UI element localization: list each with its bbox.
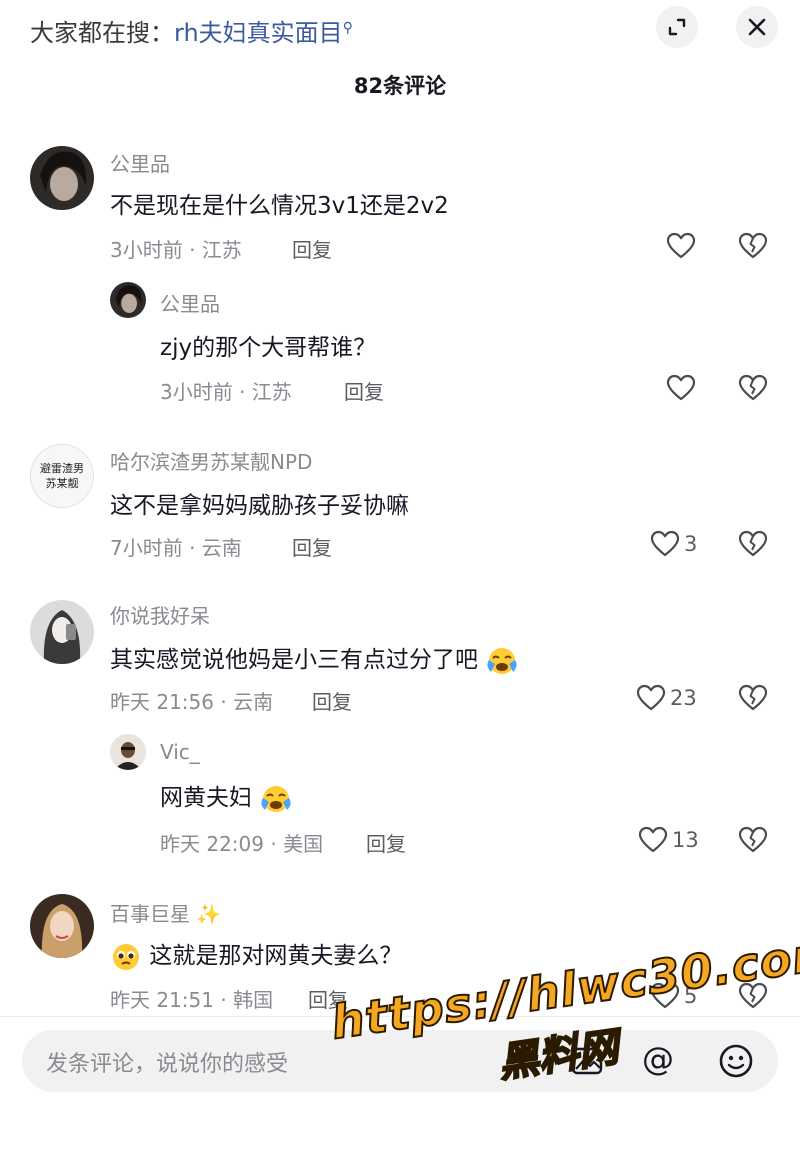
trending-search-term[interactable]: rh夫妇真实面目 (174, 19, 343, 47)
comment-count-title: 82条评论 (353, 74, 447, 98)
pleading-emoji-icon (113, 943, 139, 970)
comment-text-content: 网黄夫妇 (160, 785, 252, 811)
avatar-text: 避雷渣男 (40, 462, 84, 475)
avatar[interactable] (30, 146, 94, 210)
like-count: 13 (672, 828, 699, 852)
comment-username[interactable]: Vic_ (160, 740, 200, 764)
trending-search[interactable]: 大家都在搜：rh夫妇真实面目⚲ (30, 10, 353, 51)
comment-text: 网黄夫妇 (160, 778, 293, 814)
avatar[interactable] (110, 734, 146, 770)
trending-search-prefix: 大家都在搜： (30, 19, 174, 47)
like-button[interactable]: 3 (650, 530, 697, 558)
like-button[interactable] (666, 232, 700, 260)
comment-username[interactable]: 公里品 (160, 288, 220, 317)
broken-heart-icon (738, 684, 768, 711)
search-icon: ⚲ (342, 20, 353, 36)
comment-meta: 昨天 21:51 · 韩国 (110, 988, 274, 1012)
heart-icon (650, 530, 680, 557)
dislike-button[interactable] (738, 530, 768, 562)
expand-icon (668, 18, 686, 36)
comment-text-content: 其实感觉说他妈是小三有点过分了吧 (110, 647, 478, 673)
comment-meta: 3小时前 · 江苏 (160, 380, 292, 404)
like-count: 3 (684, 532, 698, 556)
comment-text: 不是现在是什么情况3v1还是2v2 (110, 193, 449, 219)
expand-button[interactable] (656, 6, 698, 48)
like-button[interactable]: 13 (638, 826, 699, 854)
comment-meta: 昨天 22:09 · 美国 (160, 832, 324, 856)
reply-button[interactable]: 回复 (312, 686, 352, 715)
comment-text: zjy的那个大哥帮谁？ (160, 335, 377, 361)
watermark-brand: 黑料网 (495, 1023, 622, 1087)
broken-heart-icon (738, 826, 768, 853)
dislike-button[interactable] (738, 374, 768, 406)
comment-text: 其实感觉说他妈是小三有点过分了吧 (110, 640, 519, 676)
comment-meta: 7小时前 · 云南 (110, 536, 242, 560)
crying-emoji-icon (487, 647, 517, 674)
heart-icon (636, 684, 666, 711)
like-button[interactable]: 23 (636, 684, 697, 712)
like-count: 23 (670, 686, 697, 710)
avatar[interactable] (110, 282, 146, 318)
reply-button[interactable]: 回复 (292, 532, 332, 561)
comment-text-content: 这就是那对网黄夫妻么？ (149, 943, 403, 969)
close-icon (748, 18, 766, 36)
heart-icon (666, 374, 696, 401)
dislike-button[interactable] (738, 826, 768, 858)
heart-icon (638, 826, 668, 853)
comment-username-text: 百事巨星 (110, 902, 190, 926)
sparkles-icon: ✨ (196, 902, 222, 926)
top-bar: 大家都在搜：rh夫妇真实面目⚲ (0, 0, 800, 56)
comment-text: 这不是拿妈妈威胁孩子妥协嘛 (110, 493, 409, 519)
avatar[interactable]: 避雷渣男 苏某靓 (30, 444, 94, 508)
broken-heart-icon (738, 374, 768, 401)
avatar[interactable] (30, 600, 94, 664)
dislike-button[interactable] (738, 684, 768, 716)
crying-emoji-icon (261, 785, 291, 812)
comment-meta: 昨天 21:56 · 云南 (110, 690, 274, 714)
reply-button[interactable]: 回复 (366, 828, 406, 857)
heart-icon (666, 232, 696, 259)
comment-meta: 3小时前 · 江苏 (110, 238, 242, 262)
avatar[interactable] (30, 894, 94, 958)
comment-username[interactable]: 哈尔滨渣男苏某靓NPD (110, 446, 312, 475)
comment-username[interactable]: 公里品 (110, 148, 170, 177)
avatar-text: 苏某靓 (45, 477, 79, 490)
close-button[interactable] (736, 6, 778, 48)
reply-button[interactable]: 回复 (292, 234, 332, 263)
comment-username[interactable]: 百事巨星 ✨ (110, 898, 221, 927)
reply-button[interactable]: 回复 (344, 376, 384, 405)
broken-heart-icon (738, 530, 768, 557)
dislike-button[interactable] (738, 232, 768, 264)
comment-username[interactable]: 你说我好呆 (110, 600, 210, 629)
broken-heart-icon (738, 232, 768, 259)
comment-input-placeholder: 发条评论，说说你的感受 (46, 1052, 289, 1077)
like-button[interactable] (666, 374, 700, 402)
comment-text: 这就是那对网黄夫妻么？ (110, 936, 402, 972)
